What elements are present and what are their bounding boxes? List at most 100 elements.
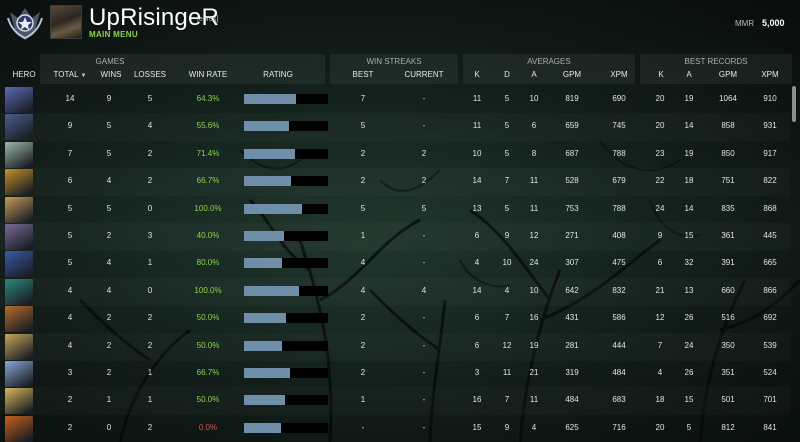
cell-d: 9: [504, 422, 510, 432]
cell-total: 5: [67, 231, 73, 240]
col-header-a[interactable]: A: [525, 70, 543, 79]
rating-bar: [244, 121, 328, 132]
hero-portrait[interactable]: [5, 415, 33, 442]
cell-current: 2: [421, 176, 427, 186]
cell-gpm: 753: [565, 203, 579, 213]
col-header-xpm[interactable]: XPM: [604, 70, 634, 79]
cell-gpm: 625: [565, 422, 579, 432]
hero-portrait[interactable]: [5, 388, 33, 415]
cell-win-rate: 0.0%: [198, 422, 218, 432]
col-header-best-xpm[interactable]: XPM: [755, 70, 785, 79]
cell-losses: 1: [147, 395, 153, 405]
cell-losses: 2: [147, 148, 153, 158]
cell-losses: 2: [147, 313, 153, 323]
table-row[interactable]: 2 1 1 50.0% 1-16 7 11 484 683 18 15 501 701: [0, 387, 790, 415]
cell-rgpm: 516: [721, 313, 735, 323]
hero-portrait[interactable]: [5, 333, 33, 360]
table-row[interactable]: 7 5 2 71.4% 2 2 10 5 8 687 788 23 19 850 917: [0, 141, 790, 169]
col-header-total[interactable]: TOTAL ▼: [50, 70, 90, 79]
cell-rxpm: 445: [763, 231, 777, 240]
hero-portrait[interactable]: [5, 87, 33, 113]
cell-ra: 19: [684, 94, 694, 103]
col-header-current[interactable]: CURRENT: [400, 70, 448, 79]
cell-d: 12: [502, 340, 512, 350]
hero-portrait[interactable]: [5, 169, 33, 196]
cell-d: 10: [502, 258, 512, 268]
table-row[interactable]: 3 2 1 66.7% 2-3 11 21 319 484 4 26 351 524: [0, 360, 790, 388]
cell-losses: 1: [147, 368, 153, 377]
cell-ra: 32: [684, 258, 694, 268]
cell-rgpm: 858: [721, 121, 735, 131]
table-row[interactable]: 4 2 2 50.0% 2 - 6 12 19 281 444 7 24 350 539: [0, 333, 790, 361]
table-row[interactable]: 5 4 1 80.0% 4 - 4 10 24 307 475 6 32 391 665: [0, 250, 790, 278]
col-header-d[interactable]: D: [498, 70, 516, 79]
cell-win-rate: 80.0%: [196, 258, 220, 268]
hero-portrait[interactable]: [5, 251, 33, 278]
cell-best: 2: [360, 368, 366, 377]
cell-a: 12: [529, 231, 539, 240]
sort-desc-icon: ▼: [80, 73, 87, 79]
cell-win-rate: 66.7%: [196, 368, 220, 377]
main-menu-link[interactable]: MAIN MENU: [89, 30, 138, 39]
avatar[interactable]: [50, 5, 82, 39]
cell-ra: 14: [684, 203, 694, 213]
rating-bar-fill: [244, 368, 291, 378]
col-header-rating[interactable]: RATING: [250, 70, 306, 79]
cell-rxpm: 910: [763, 94, 777, 103]
col-header-best-k[interactable]: K: [652, 70, 670, 79]
cell-losses: 1: [147, 258, 153, 268]
col-header-losses[interactable]: LOSSES: [128, 70, 172, 79]
col-header-best-a[interactable]: A: [680, 70, 698, 79]
rating-bar-fill: [244, 121, 289, 132]
cell-rxpm: 866: [763, 285, 777, 295]
hero-portrait[interactable]: [5, 224, 33, 250]
rating-bar-fill: [244, 231, 285, 241]
col-header-best-gpm[interactable]: GPM: [713, 70, 743, 79]
scrollbar[interactable]: [792, 86, 796, 122]
hero-portrait[interactable]: [5, 141, 33, 168]
cell-rxpm: 917: [763, 148, 777, 158]
cell-ra: 19: [684, 148, 694, 158]
hero-portrait[interactable]: [5, 278, 33, 305]
hero-portrait[interactable]: [5, 114, 33, 141]
cell-wins: 9: [106, 94, 112, 103]
cell-xpm: 484: [612, 368, 626, 377]
cell-rxpm: 822: [763, 176, 777, 186]
cell-xpm: 832: [612, 285, 626, 295]
table-row[interactable]: 5 5 0 100.0% 5 5 13 5 11 753 788 24 14 835 868: [0, 196, 790, 224]
cell-k: 6: [474, 340, 480, 350]
cell-rk: 7: [657, 340, 663, 350]
hero-portrait[interactable]: [5, 306, 33, 333]
cell-losses: 2: [147, 422, 153, 432]
cell-win-rate: 50.0%: [196, 395, 220, 405]
hero-portrait[interactable]: [5, 361, 33, 387]
cell-gpm: 819: [565, 94, 579, 103]
cell-k: 10: [472, 148, 482, 158]
table-row[interactable]: 4 2 2 50.0% 2 - 6 7 16 431 586 12 26 516 692: [0, 305, 790, 333]
col-header-k[interactable]: K: [468, 70, 486, 79]
cell-rxpm: 868: [763, 203, 777, 213]
table-row[interactable]: 4 4 0 100.0% 4 4 14 4 10 642 832 21 13 660 866: [0, 278, 790, 306]
cell-total: 4: [67, 340, 73, 350]
table-row[interactable]: 9 5 4 55.6% 5 - 11 5 6 659 745 20 14 858 931: [0, 113, 790, 141]
cell-xpm: 788: [612, 148, 626, 158]
table-row[interactable]: 5 2 3 40.0% 1 - 6 9 12 271 408 9 15 361 445: [0, 223, 790, 251]
col-header-hero[interactable]: HERO: [4, 70, 44, 79]
table-row[interactable]: 2 0 2 0.0% - -15 9 4 625 716 20 5 812 841: [0, 415, 790, 442]
col-header-best[interactable]: BEST: [346, 70, 380, 79]
hero-portrait[interactable]: [5, 196, 33, 223]
col-header-gpm[interactable]: GPM: [557, 70, 587, 79]
table-row[interactable]: 6 4 2 66.7% 2 2 14 7 11 528 679 22 18 751 822: [0, 168, 790, 196]
col-header-wins[interactable]: WINS: [94, 70, 128, 79]
cell-current: -: [422, 313, 426, 323]
rating-bar: [244, 340, 328, 351]
cell-gpm: 642: [565, 285, 579, 295]
cell-xpm: 683: [612, 395, 626, 405]
col-header-win-rate[interactable]: WIN RATE: [180, 70, 236, 79]
cell-total: 7: [67, 148, 73, 158]
cell-a: 16: [529, 313, 539, 323]
cell-rxpm: 701: [763, 395, 777, 405]
table-row[interactable]: 14 9 5 64.3% 7 - 11 5 10 819 690 20 19 1064 910: [0, 86, 790, 114]
cell-gpm: 271: [565, 231, 579, 240]
team-tag: [epres]: [197, 16, 219, 23]
